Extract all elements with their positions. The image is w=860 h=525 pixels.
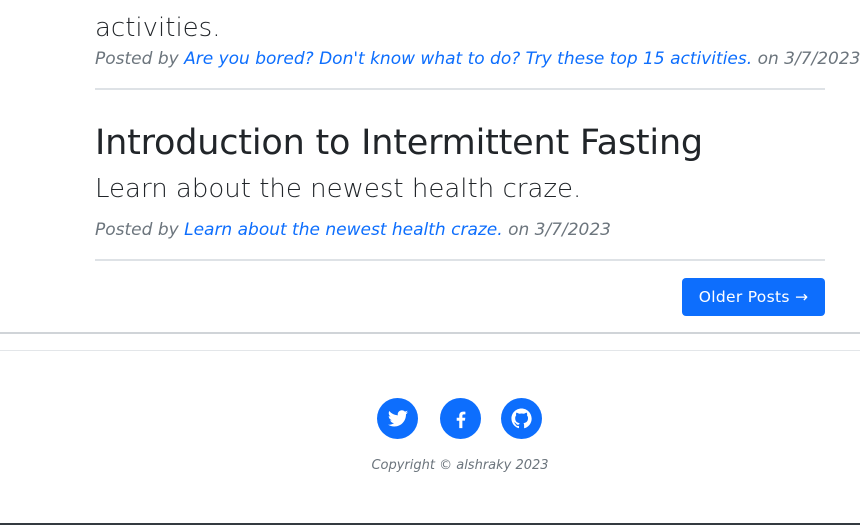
- previous-post-meta-suffix: on 3/7/2023: [757, 49, 860, 69]
- twitter-icon: [387, 409, 408, 427]
- post-meta-suffix: on 3/7/2023: [508, 220, 611, 240]
- github-icon: [511, 408, 532, 429]
- copyright-text: Copyright © alshraky 2023: [371, 458, 549, 473]
- post-meta-prefix: Posted by: [95, 220, 179, 240]
- post-meta: Posted by Learn about the newest health …: [95, 219, 611, 241]
- post-divider: [95, 88, 825, 90]
- post-divider: [95, 259, 825, 261]
- page: activities. Posted by Are you bored? Don…: [0, 0, 860, 525]
- older-posts-button[interactable]: Older Posts →: [682, 278, 825, 316]
- post-author-link[interactable]: Learn about the newest health craze.: [184, 220, 503, 240]
- post-title-link[interactable]: Introduction to Intermittent Fasting: [95, 120, 703, 166]
- twitter-link[interactable]: [377, 398, 418, 439]
- github-link[interactable]: [501, 398, 542, 439]
- post-subtitle: Learn about the newest health craze.: [95, 174, 582, 204]
- social-links: [377, 398, 543, 440]
- previous-post-author-link[interactable]: Are you bored? Don't know what to do? Tr…: [184, 49, 752, 69]
- previous-post-meta: Posted by Are you bored? Don't know what…: [95, 48, 860, 70]
- previous-post-meta-prefix: Posted by: [95, 49, 179, 69]
- footer-top-border: [0, 350, 860, 351]
- previous-post-subtitle-line1: [95, 0, 220, 11]
- previous-post-subtitle: activities.: [95, 0, 220, 45]
- main-footer-divider: [0, 332, 860, 334]
- facebook-link[interactable]: [440, 398, 481, 439]
- previous-post-subtitle-line2: activities.: [95, 13, 221, 43]
- facebook-icon: [456, 411, 465, 428]
